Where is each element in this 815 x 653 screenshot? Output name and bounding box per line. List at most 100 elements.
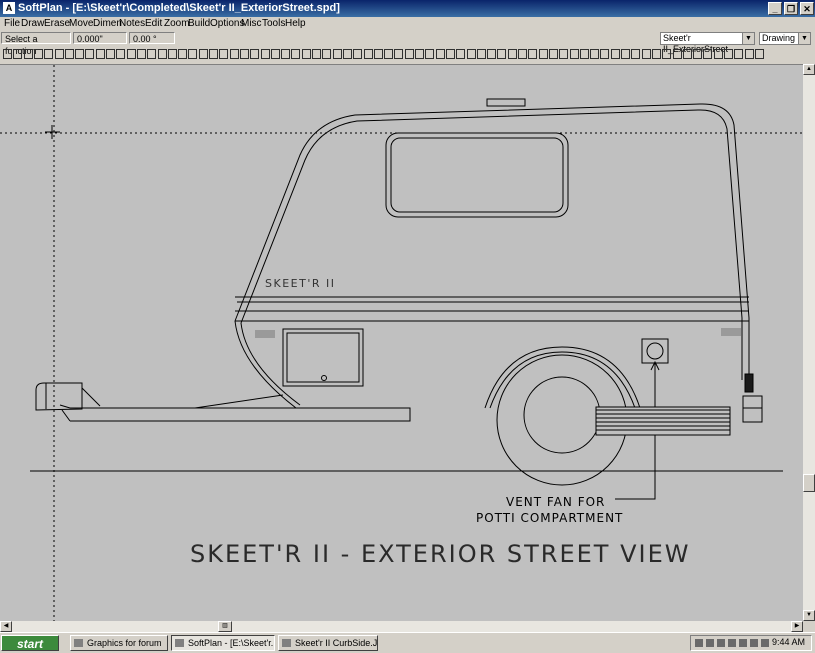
menu-edit[interactable]: Edit bbox=[145, 18, 162, 29]
toolbar-tool-icon[interactable] bbox=[291, 49, 301, 59]
vertical-scroll-thumb[interactable] bbox=[803, 474, 815, 492]
toolbar-tool-icon[interactable] bbox=[260, 49, 270, 59]
toolbar-tool-icon[interactable] bbox=[548, 49, 558, 59]
toolbar-tool-icon[interactable] bbox=[682, 49, 692, 59]
chevron-down-icon[interactable]: ▼ bbox=[798, 33, 810, 44]
toolbar-tool-icon[interactable] bbox=[106, 49, 115, 59]
toolbar-tool-icon[interactable] bbox=[662, 49, 672, 59]
menu-help[interactable]: Help bbox=[285, 18, 306, 29]
scroll-right-button[interactable]: ▶ bbox=[791, 621, 803, 632]
toolbar-tool-icon[interactable] bbox=[641, 49, 651, 59]
mode-dropdown[interactable]: Drawing ▼ bbox=[759, 32, 811, 45]
toolbar-tool-icon[interactable] bbox=[301, 49, 311, 59]
toolbar-tool-icon[interactable] bbox=[219, 49, 229, 59]
speaker-icon[interactable] bbox=[761, 639, 769, 647]
toolbar-tool-icon[interactable] bbox=[569, 49, 579, 59]
menu-notes[interactable]: Notes bbox=[119, 18, 145, 29]
toolbar-tool-icon[interactable] bbox=[64, 49, 74, 59]
toolbar-tool-icon[interactable] bbox=[610, 49, 620, 59]
toolbar-tool-icon[interactable] bbox=[394, 49, 404, 59]
toolbar-tool-icon[interactable] bbox=[713, 49, 723, 59]
toolbar-tool-icon[interactable] bbox=[85, 49, 95, 59]
toolbar-tool-icon[interactable] bbox=[456, 49, 466, 59]
toolbar-tool-icon[interactable] bbox=[126, 49, 136, 59]
toolbar-tool-icon[interactable] bbox=[188, 49, 198, 59]
toolbar-tool-icon[interactable] bbox=[342, 49, 352, 59]
length-field[interactable]: 0.000" bbox=[73, 32, 127, 44]
menu-erase[interactable]: Erase bbox=[44, 18, 70, 29]
toolbar-tool-icon[interactable] bbox=[744, 49, 754, 59]
toolbar-tool-icon[interactable] bbox=[198, 49, 208, 59]
toolbar-tool-icon[interactable] bbox=[631, 49, 641, 59]
toolbar-tool-icon[interactable] bbox=[54, 49, 64, 59]
toolbar-tool-icon[interactable] bbox=[373, 49, 383, 59]
vertical-scrollbar[interactable]: ▲ ▼ bbox=[803, 64, 815, 621]
menu-draw[interactable]: Draw bbox=[21, 18, 44, 29]
toolbar-tool-icon[interactable] bbox=[353, 49, 363, 59]
toolbar-tool-icon[interactable] bbox=[466, 49, 476, 59]
toolbar-tool-icon[interactable] bbox=[559, 49, 569, 59]
toolbar-tool-icon[interactable] bbox=[590, 49, 600, 59]
menu-build[interactable]: Build bbox=[188, 18, 210, 29]
toolbar-tool-icon[interactable] bbox=[384, 49, 394, 59]
horizontal-scroll-thumb[interactable]: ▥ bbox=[218, 621, 232, 632]
toolbar-tool-icon[interactable] bbox=[724, 49, 733, 59]
toolbar-tool-icon[interactable] bbox=[250, 49, 260, 59]
restore-button[interactable]: ❐ bbox=[784, 2, 798, 15]
tray-icon[interactable] bbox=[717, 639, 725, 647]
toolbar-tool-icon[interactable] bbox=[3, 49, 12, 59]
tray-icon[interactable] bbox=[750, 639, 758, 647]
toolbar-tool-icon[interactable] bbox=[579, 49, 589, 59]
close-button[interactable]: ✕ bbox=[800, 2, 814, 15]
tray-icon[interactable] bbox=[739, 639, 747, 647]
toolbar-tool-icon[interactable] bbox=[435, 49, 445, 59]
toolbar-tool-icon[interactable] bbox=[75, 49, 85, 59]
toolbar-tool-icon[interactable] bbox=[600, 49, 610, 59]
menu-tools[interactable]: Tools bbox=[262, 18, 285, 29]
toolbar-tool-icon[interactable] bbox=[239, 49, 249, 59]
toolbar-tool-icon[interactable] bbox=[116, 49, 126, 59]
toolbar-tool-icon[interactable] bbox=[209, 49, 218, 59]
tray-icon[interactable] bbox=[728, 639, 736, 647]
scroll-left-button[interactable]: ◀ bbox=[0, 621, 12, 632]
toolbar-tool-icon[interactable] bbox=[13, 49, 23, 59]
toolbar-tool-icon[interactable] bbox=[538, 49, 548, 59]
task-curbside-image[interactable]: Skeet'r II CurbSide.J... bbox=[278, 635, 378, 651]
scroll-down-button[interactable]: ▼ bbox=[803, 610, 815, 621]
toolbar-tool-icon[interactable] bbox=[693, 49, 703, 59]
toolbar-tool-icon[interactable] bbox=[136, 49, 146, 59]
toolbar-tool-icon[interactable] bbox=[445, 49, 455, 59]
toolbar-tool-icon[interactable] bbox=[312, 49, 321, 59]
toolbar-tool-icon[interactable] bbox=[44, 49, 54, 59]
toolbar-tool-icon[interactable] bbox=[157, 49, 167, 59]
toolbar-tool-icon[interactable] bbox=[651, 49, 661, 59]
toolbar-tool-icon[interactable] bbox=[95, 49, 105, 59]
menu-misc[interactable]: Misc bbox=[241, 18, 262, 29]
toolbar-tool-icon[interactable] bbox=[476, 49, 486, 59]
chevron-down-icon[interactable]: ▼ bbox=[742, 33, 754, 44]
task-softplan[interactable]: SoftPlan - [E:\Skeet'r... bbox=[171, 635, 275, 651]
toolbar-tool-icon[interactable] bbox=[322, 49, 332, 59]
toolbar-tool-icon[interactable] bbox=[528, 49, 538, 59]
toolbar-tool-icon[interactable] bbox=[167, 49, 177, 59]
horizontal-scrollbar[interactable]: ◀ ▥ ▶ bbox=[0, 621, 803, 632]
toolbar-tool-icon[interactable] bbox=[497, 49, 507, 59]
task-graphics-for-forum[interactable]: Graphics for forum bbox=[70, 635, 168, 651]
tray-icon[interactable] bbox=[695, 639, 703, 647]
minimize-button[interactable]: _ bbox=[768, 2, 782, 15]
toolbar-tool-icon[interactable] bbox=[270, 49, 280, 59]
scroll-up-button[interactable]: ▲ bbox=[803, 64, 815, 75]
toolbar-tool-icon[interactable] bbox=[404, 49, 414, 59]
toolbar-tool-icon[interactable] bbox=[229, 49, 239, 59]
toolbar-tool-icon[interactable] bbox=[507, 49, 517, 59]
menu-zoom[interactable]: Zoom bbox=[164, 18, 190, 29]
view-dropdown[interactable]: Skeet'r II_ExteriorStreet ▼ bbox=[660, 32, 755, 54]
toolbar-tool-icon[interactable] bbox=[281, 49, 291, 59]
menu-dimen[interactable]: Dimen bbox=[93, 18, 122, 29]
toolbar-tool-icon[interactable] bbox=[621, 49, 630, 59]
toolbar-tool-icon[interactable] bbox=[363, 49, 373, 59]
toolbar-tool-icon[interactable] bbox=[703, 49, 713, 59]
start-button[interactable]: start bbox=[1, 635, 59, 651]
toolbar-tool-icon[interactable] bbox=[734, 49, 744, 59]
angle-field[interactable]: 0.00 ° bbox=[129, 32, 175, 44]
